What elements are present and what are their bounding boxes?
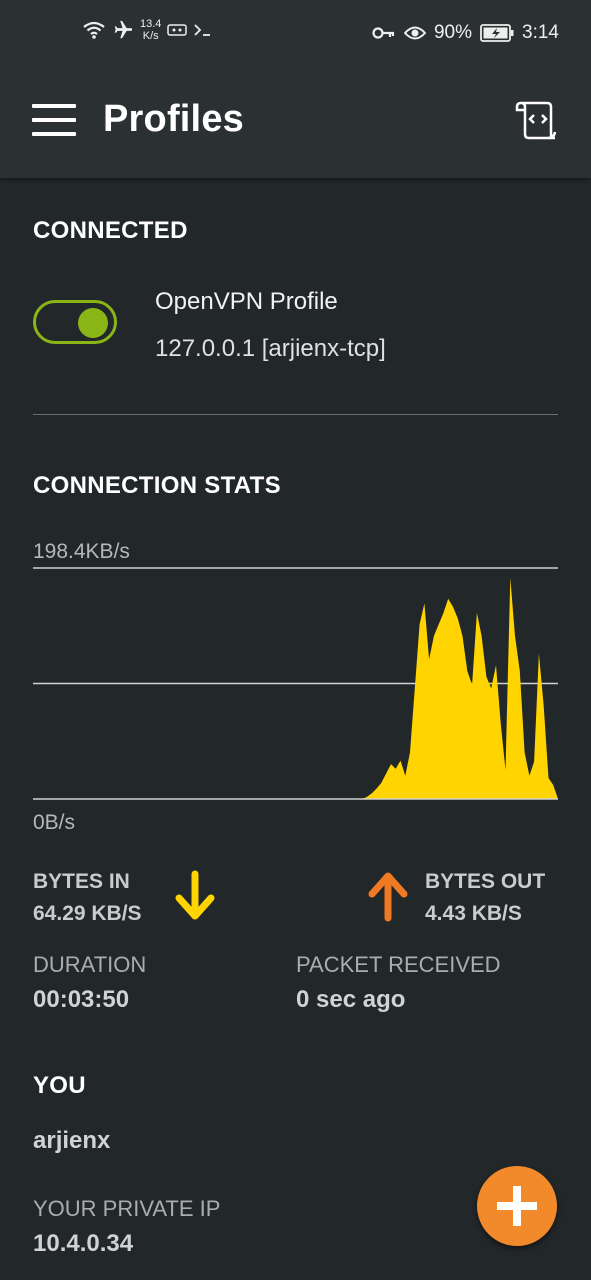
username: arjienx <box>33 1127 111 1154</box>
app-bar: Profiles <box>0 68 591 178</box>
packet-received-label: PACKET RECEIVED <box>296 952 501 977</box>
arrow-down-icon <box>175 870 215 920</box>
chart-max-label: 198.4KB/s <box>33 540 130 563</box>
log-icon[interactable] <box>515 98 559 142</box>
terminal-icon <box>194 24 211 36</box>
arrow-up-icon <box>368 872 408 922</box>
profile-detail[interactable]: 127.0.0.1 [arjienx-tcp] <box>155 335 386 363</box>
private-ip-value: 10.4.0.34 <box>33 1230 134 1257</box>
page-title: Profiles <box>103 98 244 140</box>
divider <box>33 414 558 415</box>
bytes-in-value: 64.29 KB/S <box>33 902 142 925</box>
chart-min-label: 0B/s <box>33 811 76 834</box>
battery-percent: 90% <box>433 22 473 43</box>
stats-section-title: CONNECTION STATS <box>33 472 281 499</box>
status-bar: 13.4 K/s 90% 3:14 <box>0 0 591 68</box>
traffic-area <box>33 577 558 799</box>
duration-label: DURATION <box>33 952 147 977</box>
key-icon <box>372 27 395 39</box>
toggle-knob <box>78 308 108 338</box>
status-right: 90% 3:14 <box>372 22 559 44</box>
bytes-out-value: 4.43 KB/S <box>425 902 522 925</box>
vpn-indicator-icon <box>167 24 188 36</box>
net-speed: 13.4 K/s <box>140 18 161 42</box>
net-speed-unit: K/s <box>142 30 159 42</box>
status-left-icons: 13.4 K/s <box>82 18 213 42</box>
packet-received-value: 0 sec ago <box>296 986 406 1013</box>
traffic-chart <box>33 567 558 800</box>
vpn-toggle[interactable] <box>33 300 117 344</box>
add-profile-button[interactable] <box>477 1166 557 1246</box>
net-speed-value: 13.4 <box>140 18 162 30</box>
bytes-out-label: BYTES OUT <box>425 870 546 893</box>
eye-icon <box>403 26 426 40</box>
duration-value: 00:03:50 <box>33 986 130 1013</box>
you-section-title: YOU <box>33 1072 86 1099</box>
connected-section-title: CONNECTED <box>33 217 188 244</box>
bytes-in-label: BYTES IN <box>33 870 130 893</box>
clock: 3:14 <box>522 22 559 43</box>
battery-icon <box>480 24 514 42</box>
private-ip-label: YOUR PRIVATE IP <box>33 1196 221 1221</box>
menu-icon[interactable] <box>32 104 76 138</box>
airplane-icon <box>114 20 133 39</box>
wifi-icon <box>83 21 105 39</box>
profile-name[interactable]: OpenVPN Profile <box>155 288 338 316</box>
